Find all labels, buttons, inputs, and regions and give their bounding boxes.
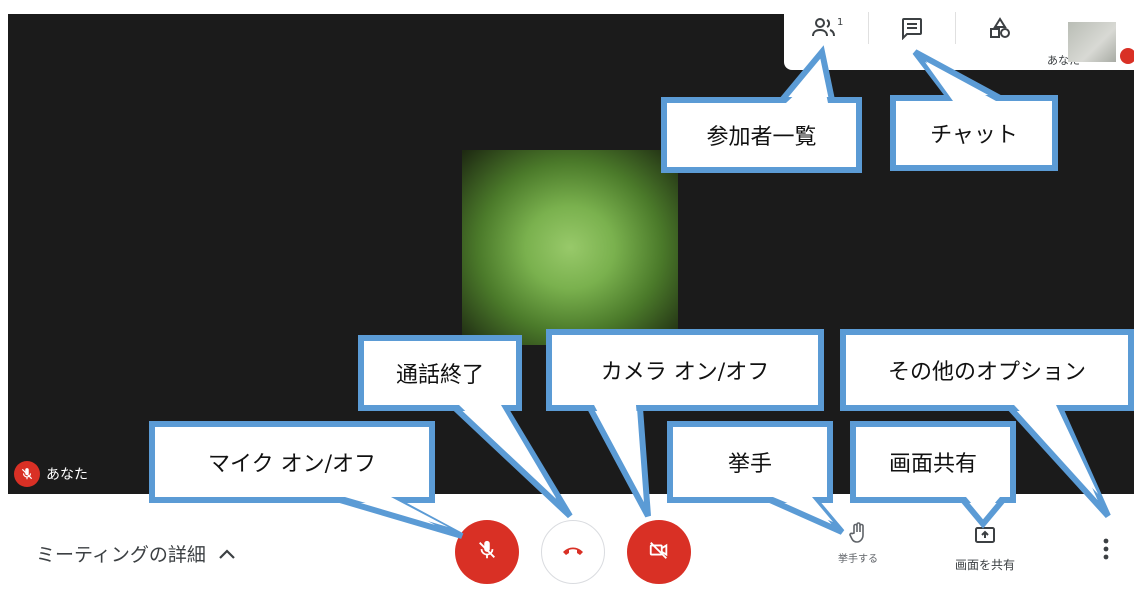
- present-screen-button[interactable]: 画面を共有: [940, 526, 1030, 573]
- self-thumbnail[interactable]: [1068, 22, 1116, 62]
- divider: [868, 12, 869, 44]
- callout-mic: マイク オン/オフ: [208, 452, 376, 477]
- participant-video-tile: [462, 150, 678, 345]
- hand-icon: [848, 522, 868, 548]
- raise-hand-label: 挙手する: [838, 554, 878, 565]
- call-end-icon: [561, 543, 585, 562]
- callout-screen-share: 画面共有: [888, 452, 977, 477]
- divider: [955, 12, 956, 44]
- present-icon: [974, 527, 996, 550]
- people-icon[interactable]: [810, 14, 838, 42]
- self-name-tag: あなた: [14, 461, 88, 487]
- callout-participants: 参加者一覧: [706, 125, 817, 150]
- more-options-button[interactable]: [1096, 536, 1116, 566]
- more-vert-icon: [1103, 538, 1109, 564]
- camera-off-icon: [648, 539, 670, 565]
- meeting-details-button[interactable]: ミーティングの詳細: [36, 540, 236, 567]
- self-name: あなた: [46, 467, 88, 483]
- mic-off-icon: [476, 539, 498, 565]
- chevron-up-icon: [218, 543, 236, 565]
- meeting-details-label: ミーティングの詳細: [36, 544, 206, 566]
- callout-camera: カメラ オン/オフ: [600, 360, 770, 385]
- end-call-button[interactable]: [541, 520, 605, 584]
- mic-off-icon: [14, 461, 40, 487]
- callout-chat: チャット: [930, 123, 1018, 148]
- camera-toggle-button[interactable]: [627, 520, 691, 584]
- activities-icon[interactable]: [986, 14, 1014, 42]
- callout-raise-hand: 挙手: [727, 452, 772, 477]
- raise-hand-button[interactable]: 挙手する: [826, 522, 890, 565]
- present-screen-label: 画面を共有: [954, 558, 1015, 572]
- callout-more-options: その他のオプション: [887, 360, 1086, 385]
- mic-toggle-button[interactable]: [455, 520, 519, 584]
- mic-off-badge: [1120, 48, 1134, 64]
- participant-count: 1: [837, 17, 844, 28]
- callout-end-call: 通話終了: [395, 363, 484, 388]
- chat-icon[interactable]: [898, 14, 926, 42]
